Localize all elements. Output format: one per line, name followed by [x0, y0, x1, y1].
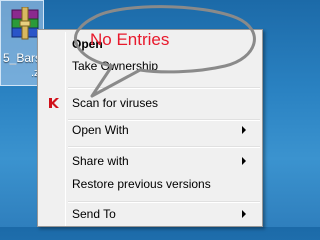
menu-item-label: Take Ownership: [72, 59, 159, 73]
menu-item-scan-for-viruses[interactable]: Scan for viruses: [40, 92, 260, 114]
menu-item-send-to[interactable]: Send To: [40, 203, 260, 225]
menu-separator: [68, 87, 260, 89]
submenu-arrow-icon: [242, 126, 246, 134]
menu-item-label: Share with: [72, 154, 129, 168]
menu-item-label: Scan for viruses: [72, 96, 159, 110]
submenu-arrow-icon: [242, 210, 246, 218]
annotation-text: No Entries: [90, 30, 170, 49]
kaspersky-icon: [49, 98, 59, 108]
menu-item-take-ownership[interactable]: Take Ownership: [40, 55, 260, 77]
menu-item-label: Open With: [72, 123, 129, 137]
submenu-arrow-icon: [242, 157, 246, 165]
menu-item-open-with[interactable]: Open With: [40, 119, 260, 141]
menu-separator: [68, 146, 260, 148]
context-menu: Open Take Ownership Scan for viruses Ope…: [37, 29, 263, 227]
menu-item-label: Restore previous versions: [72, 177, 211, 191]
menu-item-share-with[interactable]: Share with: [40, 150, 260, 172]
menu-item-label: Send To: [72, 207, 116, 221]
menu-item-restore-previous-versions[interactable]: Restore previous versions: [40, 173, 260, 195]
